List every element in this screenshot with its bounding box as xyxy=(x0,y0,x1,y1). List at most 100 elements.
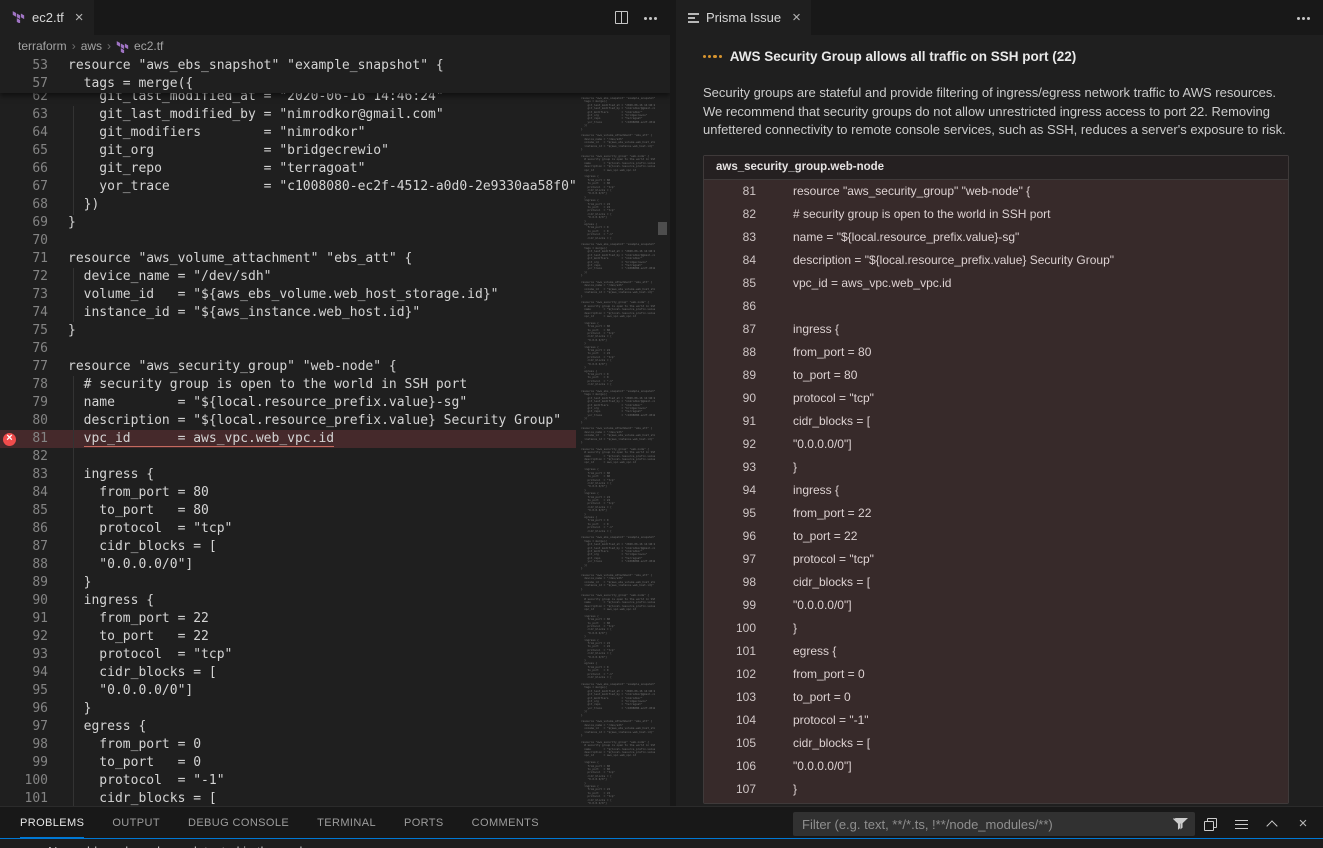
breadcrumb-item[interactable]: aws xyxy=(81,39,102,53)
chevron-up-icon[interactable] xyxy=(1263,815,1281,833)
split-editor-icon[interactable] xyxy=(615,11,628,24)
line-number: 80 xyxy=(19,412,48,430)
tab-prisma-issue[interactable]: Prisma Issue xyxy=(676,0,811,35)
code-line[interactable]: 98 from_port = 0 xyxy=(0,736,576,754)
line-number: 67 xyxy=(19,178,48,196)
code-text: to_port = 22 xyxy=(68,628,209,646)
code-text: resource "aws_security_group" "web-node"… xyxy=(793,184,1030,198)
issue-code-line: 96to_port = 22 xyxy=(704,525,1288,548)
code-text: ingress { xyxy=(793,483,839,497)
code-line[interactable]: 80 description = "${local.resource_prefi… xyxy=(0,412,576,430)
code-line[interactable]: 91 from_port = 22 xyxy=(0,610,576,628)
code-line[interactable]: 53resource "aws_ebs_snapshot" "example_s… xyxy=(0,57,670,75)
code-line[interactable]: 81 vpc_id = aws_vpc.web_vpc.id xyxy=(0,430,576,448)
close-icon[interactable] xyxy=(792,10,801,25)
code-line[interactable]: 79 name = "${local.resource_prefix.value… xyxy=(0,394,576,412)
code-line[interactable]: 68 }) xyxy=(0,196,576,214)
code-line[interactable]: 92 to_port = 22 xyxy=(0,628,576,646)
breadcrumb-item[interactable]: terraform xyxy=(18,39,67,53)
panel-tab-debug-console[interactable]: DEBUG CONSOLE xyxy=(188,807,289,838)
line-number: 106 xyxy=(704,759,756,773)
breadcrumb-item[interactable]: ec2.tf xyxy=(116,39,163,53)
minimap[interactable]: resource "aws_ebs_snapshot" "example_sna… xyxy=(576,97,655,806)
line-number: 91 xyxy=(704,414,756,428)
line-number: 76 xyxy=(19,340,48,358)
line-number: 79 xyxy=(19,394,48,412)
code-line[interactable]: 83 ingress { xyxy=(0,466,576,484)
code-line[interactable]: 65 git_org = "bridgecrewio" xyxy=(0,142,576,160)
close-icon[interactable] xyxy=(75,10,84,25)
scrollbar-thumb[interactable] xyxy=(658,222,667,235)
issue-code-line: 82# security group is open to the world … xyxy=(704,203,1288,226)
code-line[interactable]: 101 cidr_blocks = [ xyxy=(0,790,576,806)
code-line[interactable]: 66 git_repo = "terragoat" xyxy=(0,160,576,178)
code-line[interactable]: 76 xyxy=(0,340,576,358)
code-line[interactable]: 93 protocol = "tcp" xyxy=(0,646,576,664)
line-number: 101 xyxy=(19,790,48,806)
panel-tab-problems[interactable]: PROBLEMS xyxy=(20,807,84,838)
error-icon[interactable] xyxy=(0,433,19,446)
code-line[interactable]: 78 # security group is open to the world… xyxy=(0,376,576,394)
line-number: 57 xyxy=(19,75,48,93)
breadcrumb[interactable]: terraform›aws›ec2.tf xyxy=(0,35,670,57)
panel-tab-output[interactable]: OUTPUT xyxy=(112,807,160,838)
code-line[interactable]: 89 } xyxy=(0,574,576,592)
filter-input[interactable] xyxy=(793,812,1195,836)
code-line[interactable]: 67 yor_trace = "c1008080-ec2f-4512-a0d0-… xyxy=(0,178,576,196)
line-number: 95 xyxy=(704,506,756,520)
copy-icon[interactable] xyxy=(1201,815,1219,833)
editor-actions xyxy=(615,0,658,35)
code-line[interactable]: 87 cidr_blocks = [ xyxy=(0,538,576,556)
code-line[interactable]: 74 instance_id = "${aws_instance.web_hos… xyxy=(0,304,576,322)
menu-icon[interactable] xyxy=(1232,815,1250,833)
filter-icon[interactable] xyxy=(1170,815,1188,833)
issue-code-line: 104protocol = "-1" xyxy=(704,709,1288,732)
panel-tab-ports[interactable]: PORTS xyxy=(404,807,444,838)
sticky-scroll[interactable]: 53resource "aws_ebs_snapshot" "example_s… xyxy=(0,57,670,93)
code-line[interactable]: 73 volume_id = "${aws_ebs_volume.web_hos… xyxy=(0,286,576,304)
line-number: 87 xyxy=(704,322,756,336)
line-number: 97 xyxy=(704,552,756,566)
code-line[interactable]: 75} xyxy=(0,322,576,340)
code-text: vpc_id = aws_vpc.web_vpc.id xyxy=(793,276,951,290)
code-line[interactable]: 99 to_port = 0 xyxy=(0,754,576,772)
line-number: 100 xyxy=(19,772,48,790)
code-line[interactable]: 77resource "aws_security_group" "web-nod… xyxy=(0,358,576,376)
code-line[interactable]: 100 protocol = "-1" xyxy=(0,772,576,790)
code-line[interactable]: 69} xyxy=(0,214,576,232)
code-line[interactable]: 82 xyxy=(0,448,576,466)
code-line[interactable]: 94 cidr_blocks = [ xyxy=(0,664,576,682)
code-line[interactable]: 63 git_last_modified_by = "nimrodkor@gma… xyxy=(0,106,576,124)
more-actions-icon[interactable] xyxy=(644,11,658,25)
line-number: 85 xyxy=(704,276,756,290)
editor-code-area[interactable]: 62 git_last_modified_at = "2020-06-16 14… xyxy=(0,88,576,806)
bottom-panel: PROBLEMS OUTPUT DEBUG CONSOLE TERMINAL PORTS… xyxy=(0,806,1323,848)
panel-tab-comments[interactable]: COMMENTS xyxy=(472,807,539,838)
tab-ec2-tf[interactable]: ec2.tf xyxy=(0,0,94,35)
code-text: "0.0.0.0/0"] xyxy=(68,556,193,574)
code-line[interactable]: 72 device_name = "/dev/sdh" xyxy=(0,268,576,286)
code-text: "0.0.0.0/0"] xyxy=(793,437,852,451)
panel-tab-terminal[interactable]: TERMINAL xyxy=(317,807,376,838)
code-line[interactable]: 95 "0.0.0.0/0"] xyxy=(0,682,576,700)
code-line[interactable]: 90 ingress { xyxy=(0,592,576,610)
code-line[interactable]: 57 tags = merge({ xyxy=(0,75,670,93)
line-number: 99 xyxy=(19,754,48,772)
code-text: from_port = 22 xyxy=(68,610,209,628)
menu-icon xyxy=(1235,818,1248,831)
code-line[interactable]: 70 xyxy=(0,232,576,250)
code-line[interactable]: 84 from_port = 80 xyxy=(0,484,576,502)
close-icon[interactable] xyxy=(1294,815,1312,833)
code-line[interactable]: 71resource "aws_volume_attachment" "ebs_… xyxy=(0,250,576,268)
line-number: 89 xyxy=(19,574,48,592)
line-number: 104 xyxy=(704,713,756,727)
code-line[interactable]: 85 to_port = 80 xyxy=(0,502,576,520)
code-line[interactable]: 64 git_modifiers = "nimrodkor" xyxy=(0,124,576,142)
issue-code-line: 100} xyxy=(704,617,1288,640)
more-actions-icon[interactable] xyxy=(1297,11,1311,25)
code-line[interactable]: 97 egress { xyxy=(0,718,576,736)
line-number: 53 xyxy=(19,57,48,75)
code-line[interactable]: 96 } xyxy=(0,700,576,718)
code-line[interactable]: 88 "0.0.0.0/0"] xyxy=(0,556,576,574)
code-line[interactable]: 86 protocol = "tcp" xyxy=(0,520,576,538)
